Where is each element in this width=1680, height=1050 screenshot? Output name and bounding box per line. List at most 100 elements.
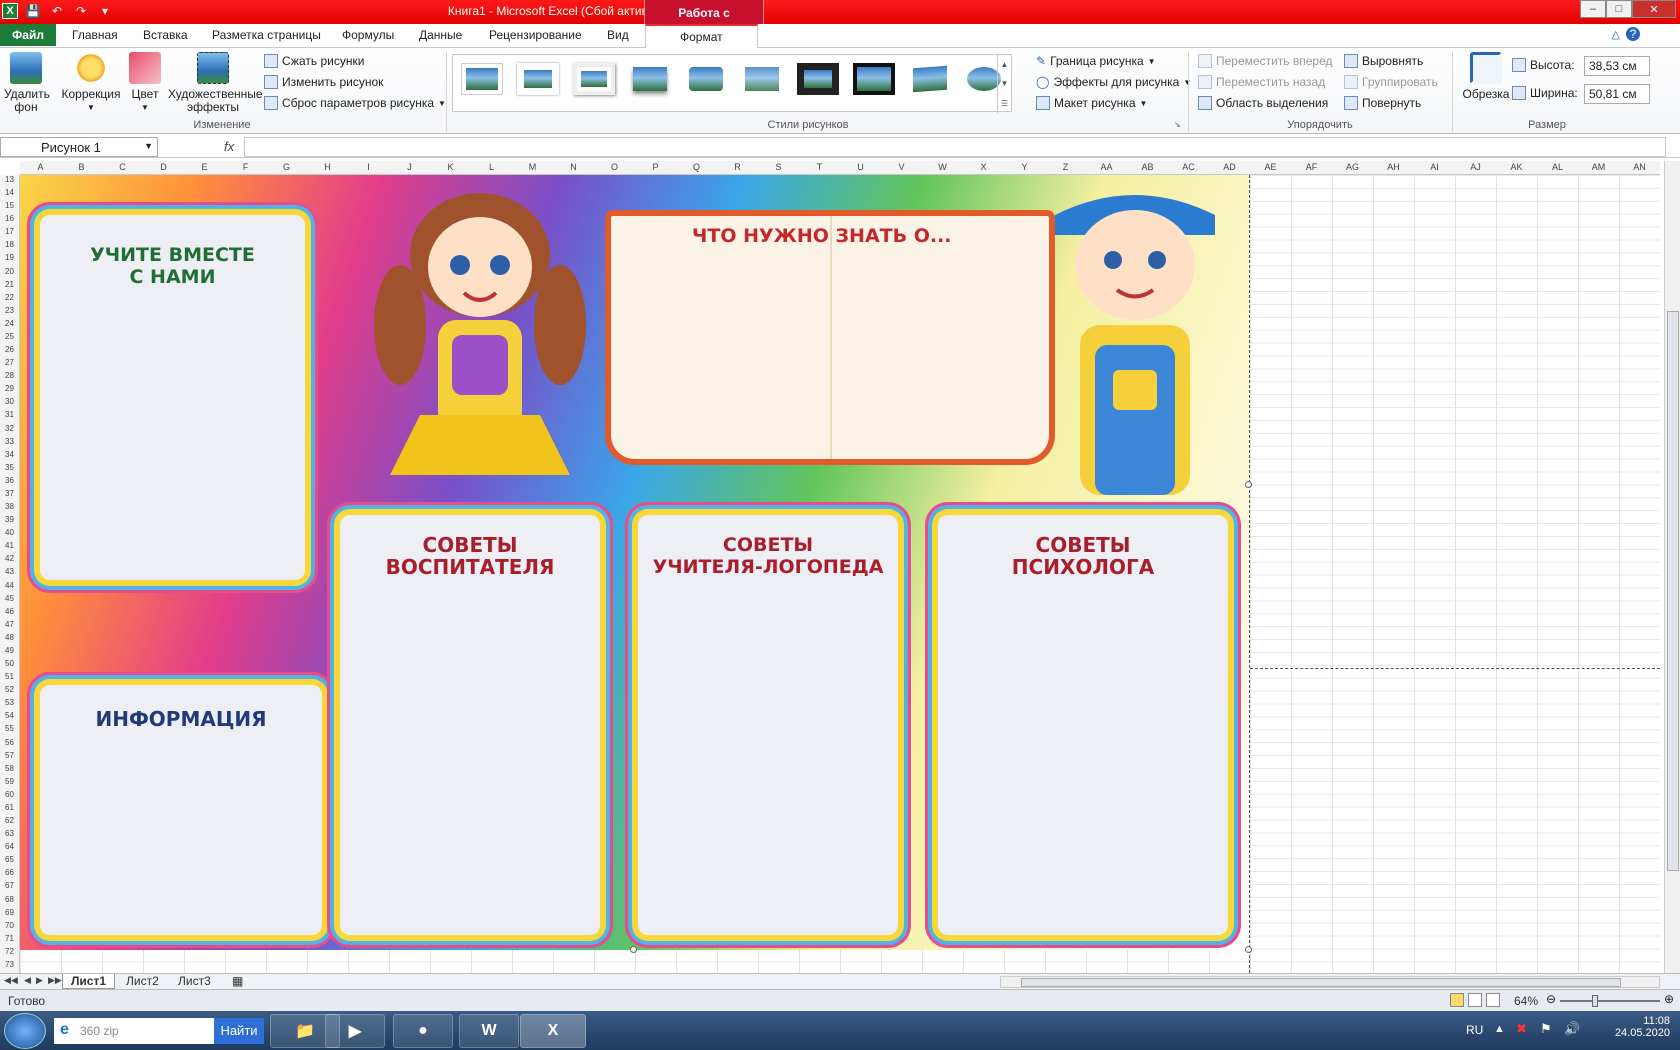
row-header[interactable]: 48 xyxy=(0,633,19,646)
maximize-button[interactable]: □ xyxy=(1606,0,1632,18)
row-header[interactable]: 51 xyxy=(0,672,19,685)
rotate-button[interactable]: Повернуть xyxy=(1344,96,1421,110)
column-header[interactable]: J xyxy=(389,162,430,172)
row-header[interactable]: 27 xyxy=(0,358,19,371)
vertical-scrollbar[interactable] xyxy=(1664,161,1680,973)
scroll-thumb[interactable] xyxy=(1021,978,1621,987)
style-thumb[interactable] xyxy=(629,63,671,95)
tab-page-layout[interactable]: Разметка страницы xyxy=(212,28,321,42)
row-header[interactable]: 54 xyxy=(0,711,19,724)
row-header[interactable]: 49 xyxy=(0,646,19,659)
firefox-icon[interactable]: ● xyxy=(393,1014,453,1048)
clock[interactable]: 11:08 24.05.2020 xyxy=(1615,1015,1670,1039)
row-header[interactable]: 72 xyxy=(0,947,19,960)
column-header[interactable]: L xyxy=(471,162,512,172)
column-header[interactable]: S xyxy=(758,162,799,172)
remove-background-button[interactable]: Удалить фон xyxy=(4,52,50,114)
row-header[interactable]: 40 xyxy=(0,528,19,541)
sheet-tab-3[interactable]: Лист3 xyxy=(170,974,219,989)
column-header[interactable]: R xyxy=(717,162,758,172)
send-backward-button[interactable]: Переместить назад xyxy=(1198,75,1325,89)
row-header[interactable]: 38 xyxy=(0,502,19,515)
row-header[interactable]: 47 xyxy=(0,620,19,633)
row-header[interactable]: 66 xyxy=(0,868,19,881)
row-header[interactable]: 43 xyxy=(0,567,19,580)
close-button[interactable]: ✕ xyxy=(1632,0,1676,18)
picture-effects-button[interactable]: ◯Эффекты для рисунка▼ xyxy=(1036,75,1191,89)
style-thumb[interactable] xyxy=(461,63,503,95)
column-header[interactable]: AL xyxy=(1537,162,1578,172)
resize-handle-right[interactable] xyxy=(1245,481,1252,488)
row-header[interactable]: 22 xyxy=(0,293,19,306)
row-header[interactable]: 34 xyxy=(0,450,19,463)
picture-styles-gallery[interactable]: ▲ ▼ ☰ xyxy=(452,54,1012,113)
column-header[interactable]: H xyxy=(307,162,348,172)
name-box[interactable]: Рисунок 1 ▼ xyxy=(0,137,158,157)
excel-taskbar-icon[interactable]: X xyxy=(520,1014,586,1048)
page-break-view-icon[interactable] xyxy=(1486,993,1500,1007)
bring-forward-button[interactable]: Переместить вперед xyxy=(1198,54,1332,68)
minimize-ribbon-icon[interactable]: △ xyxy=(1612,28,1620,41)
row-header[interactable]: 21 xyxy=(0,280,19,293)
column-header[interactable]: F xyxy=(225,162,266,172)
row-header[interactable]: 14 xyxy=(0,188,19,201)
style-thumb[interactable] xyxy=(517,63,559,95)
row-header[interactable]: 41 xyxy=(0,541,19,554)
tab-view[interactable]: Вид xyxy=(607,28,629,42)
row-header[interactable]: 59 xyxy=(0,777,19,790)
width-input[interactable]: 50,81 см xyxy=(1584,84,1650,104)
tab-format[interactable]: Формат xyxy=(645,24,758,48)
insert-function-icon[interactable]: fx xyxy=(224,139,234,154)
column-header[interactable]: G xyxy=(266,162,307,172)
help-icon[interactable]: ? xyxy=(1626,27,1640,41)
dialog-launcher-icon[interactable]: ↘ xyxy=(1174,120,1181,129)
style-thumb[interactable] xyxy=(797,63,839,95)
zoom-out-icon[interactable]: ⊖ xyxy=(1546,992,1556,1006)
row-header[interactable]: 56 xyxy=(0,738,19,751)
picture-layout-button[interactable]: Макет рисунка ▼ xyxy=(1036,96,1147,110)
row-header[interactable]: 42 xyxy=(0,554,19,567)
row-header[interactable]: 36 xyxy=(0,476,19,489)
column-header[interactable]: W xyxy=(922,162,963,172)
zoom-in-icon[interactable]: ⊕ xyxy=(1664,992,1674,1006)
column-header[interactable]: AB xyxy=(1127,162,1168,172)
language-indicator[interactable]: RU xyxy=(1466,1023,1483,1037)
row-header[interactable]: 15 xyxy=(0,201,19,214)
column-header[interactable]: AK xyxy=(1496,162,1537,172)
column-header[interactable]: AG xyxy=(1332,162,1373,172)
row-header[interactable]: 63 xyxy=(0,829,19,842)
tab-formulas[interactable]: Формулы xyxy=(342,28,394,42)
volume-icon[interactable]: 🔊 xyxy=(1564,1021,1580,1037)
search-input[interactable]: e 360 zip xyxy=(54,1018,214,1044)
prev-sheet-icon[interactable]: ◀ xyxy=(24,975,31,986)
network-icon[interactable]: ✖ xyxy=(1516,1021,1527,1037)
word-icon[interactable]: W xyxy=(459,1014,519,1048)
selected-picture[interactable]: УЧИТЕ ВМЕСТЕ С НАМИ ЧТО НУЖНО ЗНАТЬ О...… xyxy=(20,175,1249,950)
column-header[interactable]: Q xyxy=(676,162,717,172)
tab-insert[interactable]: Вставка xyxy=(143,28,188,42)
column-header[interactable]: X xyxy=(963,162,1004,172)
column-header[interactable]: AM xyxy=(1578,162,1619,172)
resize-handle-corner[interactable] xyxy=(1245,946,1252,953)
gallery-scroll[interactable]: ▲ ▼ ☰ xyxy=(997,55,1011,113)
row-header[interactable]: 24 xyxy=(0,319,19,332)
row-header[interactable]: 68 xyxy=(0,895,19,908)
resize-handle-bottom[interactable] xyxy=(630,946,637,953)
column-header[interactable]: P xyxy=(635,162,676,172)
column-header[interactable]: E xyxy=(184,162,225,172)
style-thumb[interactable] xyxy=(909,63,951,95)
row-header[interactable]: 39 xyxy=(0,515,19,528)
first-sheet-icon[interactable]: ◀◀ xyxy=(4,975,18,986)
change-picture-button[interactable]: Изменить рисунок xyxy=(264,75,383,89)
column-header[interactable]: O xyxy=(594,162,635,172)
minimize-button[interactable]: – xyxy=(1580,0,1606,18)
row-header[interactable]: 46 xyxy=(0,607,19,620)
row-header[interactable]: 33 xyxy=(0,437,19,450)
row-header[interactable]: 13 xyxy=(0,175,19,188)
column-header[interactable]: AI xyxy=(1414,162,1455,172)
column-header[interactable]: AN xyxy=(1619,162,1660,172)
column-header[interactable]: D xyxy=(143,162,184,172)
color-button[interactable]: Цвет ▼ xyxy=(128,52,162,114)
row-header[interactable]: 20 xyxy=(0,267,19,280)
row-header[interactable]: 25 xyxy=(0,332,19,345)
